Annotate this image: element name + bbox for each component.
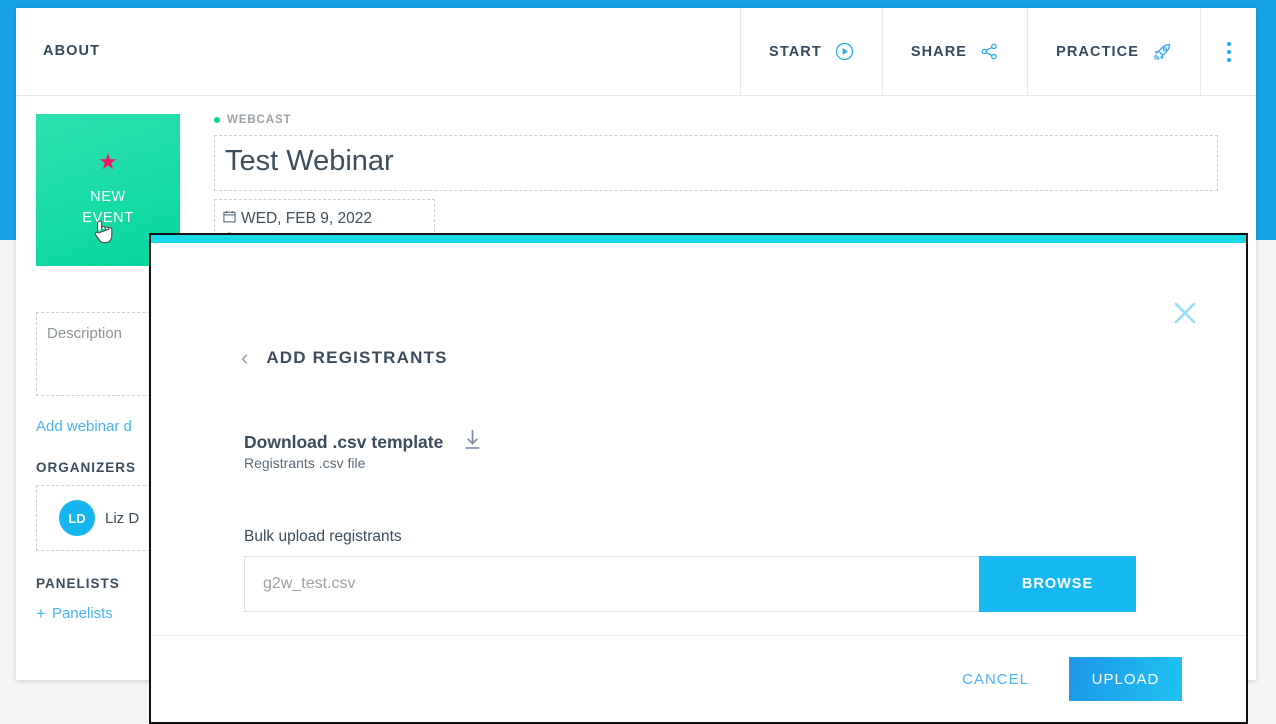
star-icon: ★ <box>98 149 118 174</box>
tab-about[interactable]: ABOUT <box>43 43 100 61</box>
calendar-icon <box>223 208 236 230</box>
plus-icon: + <box>36 604 46 623</box>
share-button[interactable]: SHARE <box>881 8 1027 95</box>
file-name-input[interactable]: g2w_test.csv <box>244 556 979 612</box>
app-header: ABOUT START SHARE PRACTICE <box>16 8 1256 96</box>
practice-button[interactable]: PRACTICE <box>1027 8 1200 95</box>
play-circle-icon <box>835 42 854 61</box>
close-icon <box>1172 300 1198 326</box>
kebab-menu-icon <box>1226 41 1231 62</box>
event-type-label: WEBCAST <box>227 114 292 126</box>
start-button-label: START <box>769 43 822 60</box>
event-date-line: WED, FEB 9, 2022 <box>223 208 422 230</box>
upload-button[interactable]: UPLOAD <box>1069 657 1182 701</box>
header-tabs: ABOUT <box>16 8 740 95</box>
event-type-row: WEBCAST <box>214 114 1218 126</box>
add-registrants-modal: ‹ ADD REGISTRANTS Download .csv template… <box>149 233 1248 724</box>
download-template-label: Download .csv template <box>244 431 444 452</box>
add-panelists-label: Panelists <box>51 605 113 622</box>
description-placeholder: Description <box>47 325 123 342</box>
share-button-label: SHARE <box>910 43 968 60</box>
new-event-line2: EVENT <box>82 210 134 226</box>
share-nodes-icon <box>980 42 999 61</box>
modal-accent-bar <box>151 235 1246 243</box>
modal-title: ADD REGISTRANTS <box>266 348 448 367</box>
event-date: WED, FEB 9, 2022 <box>241 210 372 227</box>
download-template-subtitle: Registrants .csv file <box>244 455 366 471</box>
new-event-line1: NEW <box>90 189 126 205</box>
download-template-row[interactable]: Download .csv template <box>244 429 482 455</box>
practice-button-label: PRACTICE <box>1056 43 1139 60</box>
header-actions: START SHARE PRACTICE <box>740 8 1256 95</box>
rocket-icon <box>1152 42 1172 62</box>
cancel-button[interactable]: CANCEL <box>956 670 1035 689</box>
start-button[interactable]: START <box>740 8 882 95</box>
overflow-menu-button[interactable] <box>1200 8 1256 95</box>
event-title-field[interactable]: Test Webinar <box>214 135 1218 191</box>
bulk-upload-label: Bulk upload registrants <box>244 528 402 545</box>
browse-button[interactable]: BROWSE <box>979 556 1136 612</box>
bulk-upload-row: g2w_test.csv BROWSE <box>244 556 1136 612</box>
chevron-left-icon[interactable]: ‹ <box>241 347 248 369</box>
app-root: ABOUT START SHARE PRACTICE ★ NEW EVENT D… <box>0 0 1276 724</box>
modal-body: ‹ ADD REGISTRANTS Download .csv template… <box>151 243 1246 722</box>
modal-footer: CANCEL UPLOAD <box>151 635 1246 722</box>
close-button[interactable] <box>1172 300 1198 326</box>
avatar: LD <box>59 500 95 536</box>
modal-header: ‹ ADD REGISTRANTS <box>241 347 448 369</box>
organizer-name: Liz D <box>105 509 140 527</box>
download-icon[interactable] <box>463 429 482 455</box>
status-dot-icon <box>214 117 220 123</box>
